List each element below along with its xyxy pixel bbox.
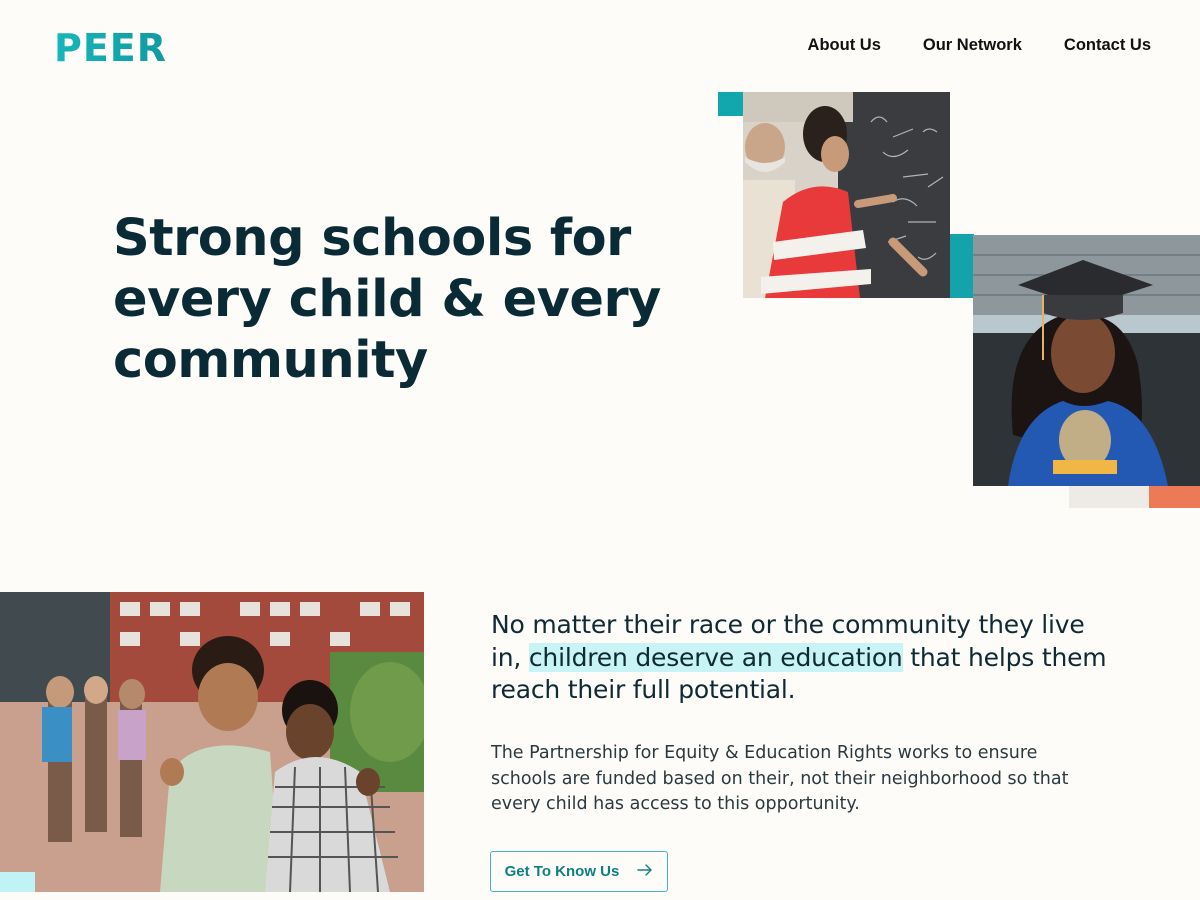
cta-label: Get To Know Us: [504, 863, 620, 880]
orange-accent-block: [1149, 486, 1200, 508]
classroom-photo: [743, 92, 950, 298]
graduate-photo: [973, 235, 1200, 486]
cyan-accent-block: [0, 872, 35, 892]
lead-highlight: children deserve an education: [528, 642, 903, 672]
teal-accent-block: [718, 92, 744, 116]
mission-body: The Partnership for Equity & Education R…: [491, 743, 1069, 814]
nav-about-us[interactable]: About Us: [808, 36, 881, 55]
arrow-right-icon: [637, 863, 653, 881]
peer-logo[interactable]: PEER: [54, 26, 167, 70]
get-to-know-us-button[interactable]: Get To Know Us: [490, 851, 668, 892]
kids-photo: [0, 592, 424, 892]
teal-accent-block: [950, 234, 974, 298]
gray-accent-block: [1069, 486, 1149, 508]
nav-contact-us[interactable]: Contact Us: [1064, 36, 1151, 55]
main-nav: About Us Our Network Contact Us: [808, 36, 1151, 55]
hero-title: Strong schools for every child & every c…: [113, 209, 661, 390]
mission-lead: No matter their race or the community th…: [491, 609, 1111, 707]
nav-our-network[interactable]: Our Network: [923, 36, 1022, 55]
